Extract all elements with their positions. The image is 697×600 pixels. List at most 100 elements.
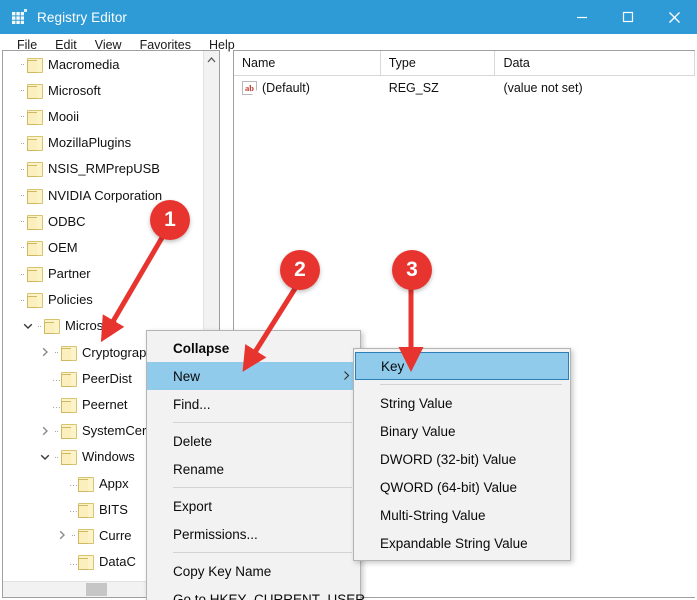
sub-item-qword-64-bit-value[interactable]: QWORD (64-bit) Value bbox=[354, 473, 570, 501]
chevron-right-icon[interactable] bbox=[37, 339, 52, 365]
menu-separator bbox=[173, 487, 352, 488]
folder-icon bbox=[26, 266, 43, 281]
ctx-item-find[interactable]: Find... bbox=[147, 390, 360, 418]
ctx-item-rename[interactable]: Rename bbox=[147, 455, 360, 483]
tree-item[interactable]: ··Partner bbox=[3, 261, 205, 287]
values-list-header: NameTypeData bbox=[234, 51, 695, 76]
tree-twisty-none bbox=[3, 261, 18, 287]
tree-item-label: Appx bbox=[99, 477, 129, 490]
tree-item-label: Microsoft bbox=[48, 84, 101, 97]
menu-item-label: Copy Key Name bbox=[173, 564, 271, 579]
value-name-cell: ab (Default) bbox=[234, 76, 381, 100]
ctx-item-new[interactable]: New bbox=[147, 362, 360, 390]
value-type-cell: REG_SZ bbox=[381, 76, 496, 100]
sub-item-multi-string-value[interactable]: Multi-String Value bbox=[354, 501, 570, 529]
tree-twisty-none bbox=[37, 392, 52, 418]
folder-icon bbox=[60, 397, 77, 412]
sub-item-binary-value[interactable]: Binary Value bbox=[354, 417, 570, 445]
tree-item[interactable]: ··Policies bbox=[3, 287, 205, 313]
scroll-up-icon[interactable] bbox=[204, 51, 219, 68]
menu-item-label: Rename bbox=[173, 462, 224, 477]
sub-item-dword-32-bit-value[interactable]: DWORD (32-bit) Value bbox=[354, 445, 570, 473]
menu-item-label: Permissions... bbox=[173, 527, 258, 542]
tree-guide-line: ·· bbox=[18, 208, 26, 234]
folder-icon bbox=[60, 423, 77, 438]
menu-item-label: Go to HKEY_CURRENT_USER bbox=[173, 592, 365, 600]
sub-item-key[interactable]: Key bbox=[355, 352, 569, 380]
menu-item-label: Key bbox=[381, 359, 404, 374]
tree-twisty-none bbox=[3, 156, 18, 182]
ab-string-icon: ab bbox=[242, 81, 257, 95]
column-header-data[interactable]: Data bbox=[495, 51, 695, 75]
folder-icon bbox=[26, 109, 43, 124]
tree-guide-line: ·· bbox=[18, 261, 26, 287]
tree-twisty-none bbox=[37, 365, 52, 391]
ctx-item-delete[interactable]: Delete bbox=[147, 427, 360, 455]
values-list-body[interactable]: ab (Default) REG_SZ(value not set) bbox=[234, 76, 695, 100]
tree-item-label: OEM bbox=[48, 241, 78, 254]
ctx-item-copy-key-name[interactable]: Copy Key Name bbox=[147, 557, 360, 585]
tree-hscroll-thumb[interactable] bbox=[86, 583, 107, 596]
column-header-type[interactable]: Type bbox=[381, 51, 496, 75]
ctx-item-go-to-hkey-current-user[interactable]: Go to HKEY_CURRENT_USER bbox=[147, 585, 360, 600]
sub-item-string-value[interactable]: String Value bbox=[354, 389, 570, 417]
ctx-item-collapse[interactable]: Collapse bbox=[147, 334, 360, 362]
minimize-button[interactable] bbox=[559, 0, 605, 34]
menu-separator bbox=[173, 422, 352, 423]
column-header-name[interactable]: Name bbox=[234, 51, 381, 75]
folder-icon bbox=[26, 83, 43, 98]
tree-item-label: Macromedia bbox=[48, 58, 120, 71]
callout-badge-3: 3 bbox=[392, 250, 432, 290]
chevron-right-icon[interactable] bbox=[54, 522, 69, 548]
value-data-cell: (value not set) bbox=[495, 76, 695, 100]
chevron-right-icon[interactable] bbox=[37, 418, 52, 444]
close-button[interactable] bbox=[651, 0, 697, 34]
folder-icon bbox=[26, 135, 43, 150]
context-menu[interactable]: Collapse New Find... Delete Rename Export Perm… bbox=[146, 330, 361, 600]
tree-guide-line: ·· bbox=[18, 234, 26, 260]
ctx-item-permissions[interactable]: Permissions... bbox=[147, 520, 360, 548]
callout-badge-2: 2 bbox=[280, 250, 320, 290]
new-submenu[interactable]: Key String Value Binary ValueDWORD (32-bit… bbox=[353, 348, 571, 561]
folder-icon bbox=[60, 449, 77, 464]
value-name-label: (Default) bbox=[262, 81, 310, 95]
tree-item-label: Policies bbox=[48, 293, 93, 306]
registry-editor-window: Registry Editor FileEditViewFavoritesHel… bbox=[0, 0, 697, 600]
tree-guide-line: … bbox=[52, 392, 60, 418]
tree-item[interactable]: ··Macromedia bbox=[3, 51, 205, 77]
tree-guide-line: … bbox=[52, 365, 60, 391]
window-title: Registry Editor bbox=[37, 10, 127, 25]
folder-icon bbox=[26, 188, 43, 203]
tree-twisty-none bbox=[3, 234, 18, 260]
menu-separator bbox=[173, 552, 352, 553]
tree-item-label: NVIDIA Corporation bbox=[48, 189, 162, 202]
tree-twisty-none bbox=[54, 470, 69, 496]
folder-icon bbox=[26, 161, 43, 176]
tree-guide-line: … bbox=[69, 496, 77, 522]
tree-guide-line: ·· bbox=[18, 77, 26, 103]
tree-item[interactable]: ··NSIS_RMPrepUSB bbox=[3, 156, 205, 182]
registry-icon bbox=[11, 9, 27, 25]
tree-item[interactable]: ··MozillaPlugins bbox=[3, 130, 205, 156]
tree-item[interactable]: ·· Microsoft bbox=[3, 77, 205, 103]
maximize-button[interactable] bbox=[605, 0, 651, 34]
tree-item-label: ODBC bbox=[48, 215, 86, 228]
chevron-down-icon[interactable] bbox=[37, 444, 52, 470]
tree-item[interactable]: ··Mooii bbox=[3, 103, 205, 129]
sub-item-expandable-string-value[interactable]: Expandable String Value bbox=[354, 529, 570, 557]
ctx-item-export[interactable]: Export bbox=[147, 492, 360, 520]
folder-icon bbox=[26, 57, 43, 72]
tree-guide-line: … bbox=[69, 470, 77, 496]
folder-icon bbox=[60, 345, 77, 360]
menu-item-label: New bbox=[173, 369, 200, 384]
tree-guide-line: ·· bbox=[18, 156, 26, 182]
menu-item-label: QWORD (64-bit) Value bbox=[380, 480, 517, 495]
folder-icon bbox=[77, 528, 94, 543]
chevron-down-icon[interactable] bbox=[20, 313, 35, 339]
tree-twisty-none bbox=[3, 77, 18, 103]
tree-guide-line: ·· bbox=[52, 339, 60, 365]
menu-item-label: String Value bbox=[380, 396, 453, 411]
tree-twisty-none bbox=[54, 496, 69, 522]
values-list-row[interactable]: ab (Default) REG_SZ(value not set) bbox=[234, 76, 695, 100]
tree-guide-line: ·· bbox=[69, 522, 77, 548]
